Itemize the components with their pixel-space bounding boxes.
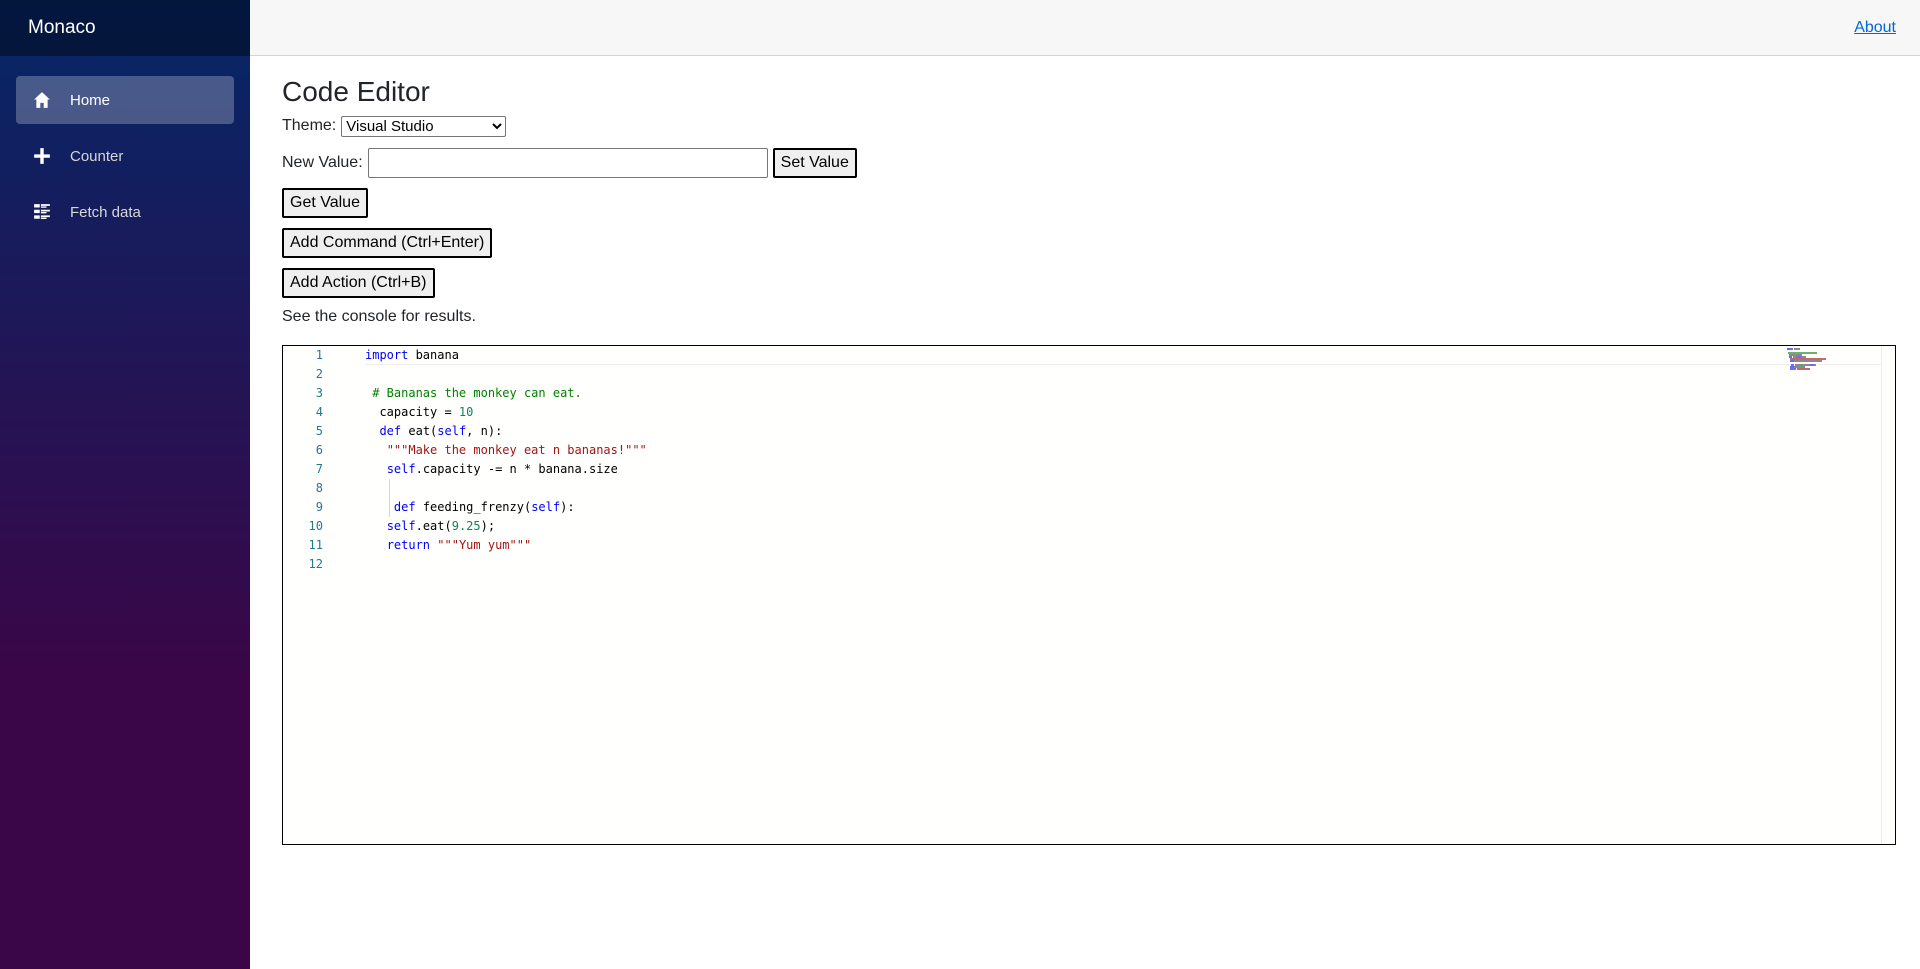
line-number: 5 [315, 424, 323, 438]
get-value-row: Get Value [282, 187, 1896, 219]
theme-select[interactable]: Visual Studio [341, 115, 507, 137]
nav-link-home[interactable]: Home [16, 76, 234, 124]
editor-vertical-scrollbar[interactable] [1881, 346, 1895, 844]
code-line: capacity = 10 [365, 403, 473, 422]
code-line: """Make the monkey eat n bananas!""" [365, 441, 647, 460]
nav-item-fetch-data: Fetch data [0, 184, 250, 240]
code-line: self.capacity -= n * banana.size [365, 460, 618, 479]
code-token: import [365, 348, 409, 362]
code-token: .capacity -= n * banana.size [415, 462, 618, 476]
brand-bar: Monaco [0, 0, 250, 56]
code-line: def eat(self, n): [365, 422, 502, 441]
plus-icon [32, 146, 52, 166]
line-number-gutter: 1 2 3 4 5 6 7 8 9 10 11 12 [283, 346, 343, 844]
add-command-button[interactable]: Add Command (Ctrl+Enter) [282, 228, 493, 258]
minimap-token [1814, 364, 1816, 366]
code-token: self [437, 424, 467, 438]
line-number: 6 [315, 443, 323, 457]
code-area[interactable]: import banana # Bananas the monkey can e… [365, 346, 1881, 844]
code-token: self [386, 519, 416, 533]
current-line-highlight [365, 346, 1881, 365]
line-number: 9 [315, 500, 323, 514]
nav-label-fetch-data: Fetch data [70, 203, 141, 221]
set-value-button[interactable]: Set Value [772, 148, 857, 178]
code-token: capacity = [365, 405, 459, 419]
nav-link-counter[interactable]: Counter [16, 132, 234, 180]
code-token: 9.25 [451, 519, 481, 533]
home-icon [32, 90, 52, 110]
line-number: 12 [308, 557, 323, 571]
line-number: 4 [315, 405, 323, 419]
nav-item-home: Home [0, 72, 250, 128]
minimap-token [1794, 348, 1800, 350]
nav-link-fetch-data[interactable]: Fetch data [16, 188, 234, 236]
code-token: 10 [458, 405, 474, 419]
code-line: # Bananas the monkey can eat. [365, 384, 582, 403]
code-token: """Yum yum""" [437, 538, 532, 552]
line-number: 1 [315, 348, 323, 362]
code-line: import banana [365, 346, 459, 365]
code-token: # Bananas the monkey can eat. [372, 386, 582, 400]
top-row: About [250, 0, 1920, 56]
theme-row: Theme: Visual Studio [282, 114, 1896, 138]
new-value-row: New Value: Set Value [282, 147, 1896, 179]
code-line: def feeding_frenzy(self): [365, 498, 575, 517]
new-value-label: New Value: [282, 154, 363, 171]
line-number: 2 [315, 367, 323, 381]
brand-link[interactable]: Monaco [28, 17, 96, 39]
nav-label-counter: Counter [70, 147, 124, 165]
main-content: Code Editor Theme: Visual Studio New Val… [282, 56, 1896, 327]
code-token: ): [560, 500, 575, 514]
code-token: feeding_frenzy( [415, 500, 532, 514]
code-token: self [386, 462, 416, 476]
code-token: banana [408, 348, 459, 362]
new-value-input[interactable] [367, 148, 768, 178]
code-token: def [393, 500, 416, 514]
code-token: eat( [401, 424, 438, 438]
minimap-token [1794, 360, 1822, 362]
minimap-token [1790, 368, 1796, 370]
code-token: def [379, 424, 402, 438]
code-token: """Make the monkey eat n bananas!""" [386, 443, 647, 457]
line-number: 10 [308, 519, 323, 533]
about-link[interactable]: About [1854, 19, 1896, 37]
nav-menu: Home Counter Fetch data [0, 56, 250, 240]
code-line: return """Yum yum""" [365, 536, 532, 555]
page-title: Code Editor [282, 76, 430, 107]
line-number: 11 [308, 538, 323, 552]
nav-item-counter: Counter [0, 128, 250, 184]
console-hint: See the console for results. [282, 308, 476, 325]
code-token: return [386, 538, 431, 552]
code-token: self [531, 500, 561, 514]
code-editor[interactable]: 1 2 3 4 5 6 7 8 9 10 11 12 import banana # Bananas … [282, 345, 1896, 845]
add-action-row: Add Action (Ctrl+B) [282, 267, 1896, 299]
get-value-button[interactable]: Get Value [282, 188, 368, 218]
theme-label: Theme: [282, 117, 337, 134]
minimap-token [1787, 348, 1793, 350]
add-action-button[interactable]: Add Action (Ctrl+B) [282, 268, 435, 298]
code-token: .eat( [415, 519, 452, 533]
line-number: 7 [315, 462, 323, 476]
code-line: self.eat(9.25); [365, 517, 495, 536]
editor-minimap[interactable] [1781, 346, 1881, 844]
nav-label-home: Home [70, 91, 111, 109]
add-command-row: Add Command (Ctrl+Enter) [282, 227, 1896, 259]
indent-guide [389, 479, 390, 517]
code-token: ); [480, 519, 496, 533]
code-token: , n): [466, 424, 503, 438]
list-icon [32, 202, 52, 222]
sidebar: Monaco Home Counter Fetch data [0, 0, 250, 969]
minimap-token [1797, 368, 1810, 370]
line-number: 8 [315, 481, 323, 495]
line-number: 3 [315, 386, 323, 400]
